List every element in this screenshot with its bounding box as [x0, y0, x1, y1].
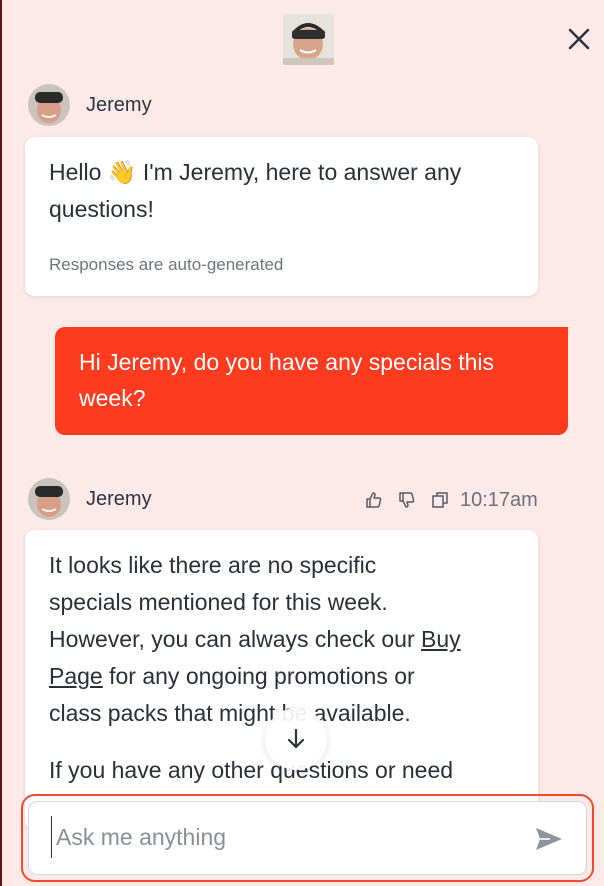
message-text-segment: for any ongoing promotions or	[102, 663, 415, 689]
message-input-box	[28, 801, 587, 875]
message-text: Hello 👋 I'm Jeremy, here to answer any q…	[49, 154, 529, 228]
message-line: Hello 👋 I'm Jeremy, here to answer any	[49, 159, 462, 185]
auto-generated-disclaimer: Responses are auto-generated	[49, 255, 284, 274]
user-message-bubble: Hi Jeremy, do you have any specials this…	[55, 327, 568, 435]
sender-name: Jeremy	[86, 488, 152, 510]
copy-icon[interactable]	[430, 490, 450, 510]
thumbs-up-icon[interactable]	[364, 490, 384, 510]
arrow-down-icon	[287, 728, 305, 749]
window-edge	[0, 0, 2, 886]
send-button[interactable]	[534, 826, 564, 852]
scroll-to-bottom-button[interactable]	[265, 708, 327, 770]
user-message-text: Hi Jeremy, do you have any specials this…	[79, 349, 495, 411]
bot-message-bubble: Hello 👋 I'm Jeremy, here to answer any q…	[25, 137, 538, 296]
bot-message-bubble: It looks like there are no specific spec…	[25, 530, 538, 830]
message-line: specials mentioned for this week.	[49, 589, 388, 615]
message-line: However, you can always check our Buy	[49, 621, 529, 658]
message-meta: 10:17am	[364, 488, 538, 512]
agent-avatar	[28, 84, 70, 126]
thumbs-down-icon[interactable]	[397, 490, 417, 510]
message-line: It looks like there are no specific	[49, 552, 377, 578]
sender-name: Jeremy	[86, 94, 152, 116]
message-timestamp: 10:17am	[460, 488, 538, 511]
message-text-segment: However, you can always check our	[49, 626, 422, 652]
send-icon	[536, 828, 562, 850]
buy-page-link[interactable]: Buy	[421, 626, 461, 652]
agent-avatar	[28, 478, 70, 520]
message-input[interactable]	[51, 816, 516, 858]
message-line: Page for any ongoing promotions or	[49, 658, 529, 695]
header-agent-avatar	[283, 14, 334, 65]
close-button[interactable]	[564, 24, 594, 54]
message-composer	[21, 794, 594, 882]
close-icon	[568, 28, 590, 50]
buy-page-link[interactable]: Page	[49, 663, 103, 689]
message-line: questions!	[49, 196, 154, 222]
